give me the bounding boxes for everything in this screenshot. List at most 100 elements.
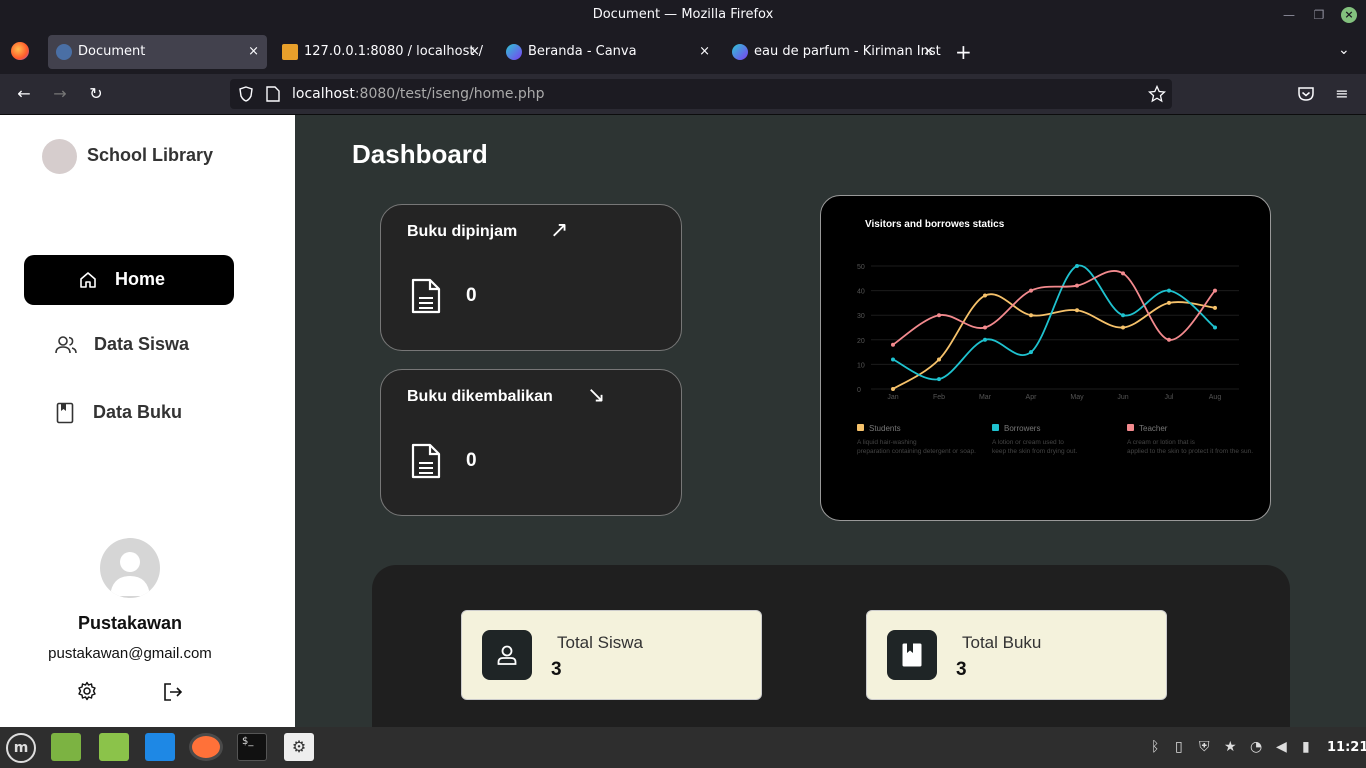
card-buku-dikembalikan: Buku dikembalikan ↘ 0 xyxy=(380,369,682,516)
stat-value: 3 xyxy=(956,659,967,680)
tab-parfum[interactable]: eau de parfum - Kiriman Inst × xyxy=(724,35,942,69)
legend-label: Teacher xyxy=(1139,424,1168,433)
terminal-icon[interactable]: $_ xyxy=(237,733,267,761)
sidebar: School Library Home Data Siswa Data Buku… xyxy=(0,115,295,727)
list-all-tabs-button[interactable]: ⌄ xyxy=(1338,42,1350,58)
pocket-icon[interactable] xyxy=(1297,86,1315,102)
data-point xyxy=(1121,313,1125,318)
users-icon xyxy=(55,336,77,354)
sidebar-item-data-buku[interactable]: Data Buku xyxy=(24,393,234,433)
arrow-up-right-icon: ↗ xyxy=(550,218,569,243)
stat-value: 3 xyxy=(551,659,562,680)
bookmark-star-icon[interactable] xyxy=(1148,85,1166,103)
folder-icon[interactable] xyxy=(51,733,81,761)
phpmyadmin-icon xyxy=(282,44,298,60)
close-tab-icon[interactable]: × xyxy=(699,35,710,69)
bluetooth-icon[interactable]: ᛒ xyxy=(1151,739,1159,755)
url-bar[interactable]: localhost:8080/test/iseng/home.php xyxy=(230,79,1172,109)
vscode-icon[interactable] xyxy=(145,733,175,761)
firefox-menu-icon[interactable] xyxy=(11,42,29,60)
brand-name: School Library xyxy=(87,145,214,165)
data-point xyxy=(1167,300,1171,305)
sidebar-item-home[interactable]: Home xyxy=(24,255,234,305)
forward-button[interactable]: → xyxy=(48,82,72,106)
avatar xyxy=(100,538,160,598)
x-tick-label: May xyxy=(1070,394,1084,401)
maximize-button[interactable]: ❐ xyxy=(1311,7,1327,23)
settings-icon[interactable]: ⚙ xyxy=(284,733,314,761)
data-point xyxy=(983,325,987,330)
page-title: Dashboard xyxy=(352,139,488,169)
stat-icon-box xyxy=(887,630,937,680)
star-tray-icon[interactable]: ★ xyxy=(1224,739,1237,755)
globe-icon xyxy=(56,44,72,60)
close-tab-icon[interactable]: × xyxy=(923,35,934,69)
y-tick-label: 10 xyxy=(857,362,865,369)
tab-document[interactable]: Document × xyxy=(48,35,267,69)
legend-label: Borrowers xyxy=(1004,424,1040,433)
new-tab-button[interactable]: + xyxy=(955,40,972,64)
back-button[interactable]: ← xyxy=(12,82,36,106)
tab-bar: Document × 127.0.0.1:8080 / localhost / … xyxy=(0,30,1366,74)
book-icon xyxy=(902,643,922,667)
y-tick-label: 40 xyxy=(857,289,865,296)
user-email: pustakawan@gmail.com xyxy=(48,645,212,662)
close-tab-icon[interactable]: × xyxy=(248,35,259,69)
window-titlebar: Document — Mozilla Firefox — ❐ × xyxy=(0,0,1366,30)
firefox-icon[interactable] xyxy=(189,733,223,761)
legend-swatch xyxy=(1127,424,1134,431)
legend-swatch xyxy=(992,424,999,431)
series-line-borrowers xyxy=(892,264,1216,381)
shield-tray-icon[interactable]: ⛨ xyxy=(1199,739,1210,755)
tab-canva[interactable]: Beranda - Canva × xyxy=(498,35,718,69)
reload-button[interactable]: ↻ xyxy=(84,82,108,106)
legend-label: Students xyxy=(869,424,901,433)
legend-description: A cream or lotion that is xyxy=(1127,439,1196,446)
data-point xyxy=(1121,325,1125,330)
main-content: Dashboard Buku dipinjam ↗ 0 Buku dikemba… xyxy=(295,115,1366,727)
data-point xyxy=(1075,308,1079,313)
url-text[interactable]: localhost:8080/test/iseng/home.php xyxy=(292,86,545,102)
line-chart: Visitors and borrowes statics 0 10 20 30 40 5… xyxy=(857,219,1253,455)
close-window-button[interactable]: × xyxy=(1341,7,1357,23)
x-tick-label: Feb xyxy=(933,394,945,401)
hamburger-menu-icon[interactable]: ≡ xyxy=(1330,82,1354,106)
data-point xyxy=(1213,305,1217,310)
document-icon xyxy=(411,443,441,479)
clock: 11:21 xyxy=(1327,740,1366,755)
legend-swatch xyxy=(857,424,864,431)
folder-icon[interactable] xyxy=(99,733,129,761)
data-point xyxy=(1167,288,1171,293)
legend-description: A lotion or cream used to xyxy=(992,439,1064,446)
data-point xyxy=(1213,325,1217,330)
x-tick-label: Aug xyxy=(1209,394,1222,401)
gear-icon[interactable] xyxy=(77,681,97,701)
mint-menu-icon[interactable]: m xyxy=(6,733,36,763)
home-icon xyxy=(80,272,96,288)
stats-panel: Total Siswa 3 Total Buku 3 xyxy=(372,565,1290,727)
data-point xyxy=(891,387,895,391)
card-value: 0 xyxy=(466,450,477,471)
wifi-icon[interactable]: ◔ xyxy=(1250,739,1262,755)
navigation-bar: ← → ↻ localhost:8080/test/iseng/home.php… xyxy=(0,74,1366,115)
stat-label: Total Siswa xyxy=(557,633,643,652)
page-icon xyxy=(266,86,280,102)
tab-localhost[interactable]: 127.0.0.1:8080 / localhost / ... × xyxy=(274,35,488,69)
data-point xyxy=(1213,288,1217,293)
data-point xyxy=(1167,337,1171,342)
minimize-button[interactable]: — xyxy=(1281,7,1297,23)
volume-icon[interactable]: ◀ xyxy=(1276,739,1287,755)
chart-title: Visitors and borrowes statics xyxy=(865,219,1005,230)
card-title: Buku dipinjam xyxy=(407,223,518,240)
card-value: 0 xyxy=(466,285,477,306)
clipboard-icon[interactable]: ▯ xyxy=(1175,739,1183,755)
close-tab-icon[interactable]: × xyxy=(469,35,480,69)
sidebar-item-label: Data Buku xyxy=(93,402,183,422)
sidebar-item-data-siswa[interactable]: Data Siswa xyxy=(24,325,234,365)
chart-card: Visitors and borrowes statics 0 10 20 30 40 5… xyxy=(820,195,1271,521)
logout-icon[interactable] xyxy=(163,682,183,702)
data-point xyxy=(937,357,941,362)
shield-icon[interactable] xyxy=(238,86,254,102)
battery-icon[interactable]: ▮ xyxy=(1302,739,1310,755)
canva-icon xyxy=(732,44,748,60)
